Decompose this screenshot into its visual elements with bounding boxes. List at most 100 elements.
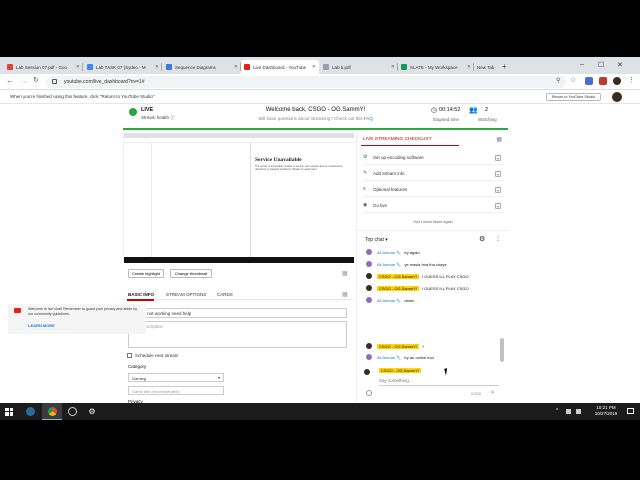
tray-arrow-icon[interactable]: ^: [556, 408, 558, 414]
close-window-icon[interactable]: ✕: [617, 61, 623, 69]
back-icon[interactable]: ←: [6, 76, 14, 85]
checklist-item-encoding[interactable]: ⚙ Set up encoding software ▾: [363, 151, 503, 165]
tab-sequence-diagrams[interactable]: Sequence Diagrams ✕: [163, 60, 241, 74]
tab-stream-options[interactable]: STREAM OPTIONS: [166, 292, 206, 297]
bookmark-star-icon[interactable]: ☆: [570, 76, 576, 84]
chat-author[interactable]: CSGO - OG.SammY!: [377, 285, 420, 291]
checklist-item-optional[interactable]: ≡ Optional features ▾: [363, 183, 503, 197]
tab-new-tab[interactable]: New Tab: [474, 60, 498, 74]
avatar[interactable]: [366, 343, 372, 349]
live-checklist: LIVE STREAMING CHECKLIST ▦ ⚙ Set up enco…: [356, 132, 508, 228]
tab-lab-task-07[interactable]: Lab TASK 07 (Sydeo - M ✕: [84, 60, 162, 74]
change-thumbnail-button[interactable]: Change thumbnail: [170, 269, 212, 278]
menu-dots-icon[interactable]: ⋮: [628, 76, 635, 84]
avatar[interactable]: [366, 297, 372, 303]
chat-author[interactable]: Ali Ammar 🔧: [377, 355, 401, 360]
avatar[interactable]: [366, 285, 372, 291]
maximize-icon[interactable]: ☐: [598, 61, 604, 69]
notification-icon[interactable]: [627, 408, 634, 414]
clock-app[interactable]: [62, 403, 82, 420]
avatar[interactable]: [366, 354, 372, 360]
chrome-app[interactable]: [42, 403, 62, 420]
tab-lab-session-07[interactable]: Lab Session 07.pdf - Goo ✕: [4, 60, 83, 74]
schedule-checkbox[interactable]: Schedule next stream: [127, 353, 179, 358]
network-icon[interactable]: [566, 409, 571, 414]
avatar[interactable]: [612, 92, 622, 102]
hide-checklist-link[interactable]: Don't show these again: [357, 220, 509, 224]
tab-slate[interactable]: SLATE - My Workspace ✕: [398, 60, 474, 74]
windows-icon: [5, 407, 13, 416]
chat-mode-select[interactable]: Top chat ▾: [365, 237, 388, 243]
description-input[interactable]: Add description: [128, 321, 347, 348]
chat-author[interactable]: CSGO - OG.SammY!: [377, 343, 420, 349]
stream-preview[interactable]: Service Unavailable The server is tempor…: [123, 130, 354, 263]
close-icon[interactable]: ✕: [155, 64, 159, 70]
grid-icon[interactable]: ▦: [496, 136, 502, 143]
return-to-studio-button[interactable]: Return to YouTube Studio: [546, 93, 601, 101]
checklist-title: LIVE STREAMING CHECKLIST: [363, 137, 432, 142]
watching-label: Watching: [478, 117, 497, 122]
chat-input-author: CSGO - OG.SammY!: [379, 368, 422, 373]
chat-author[interactable]: Ali Ammar 🔧: [377, 250, 401, 255]
close-icon[interactable]: ✕: [76, 64, 80, 70]
title-input[interactable]: eclipse not working need help: [128, 308, 347, 318]
expand-icon[interactable]: ▾: [495, 171, 501, 177]
chat-message-text: try again: [404, 249, 420, 255]
gear-icon[interactable]: ⚙: [479, 235, 485, 243]
category-label: Category: [128, 364, 147, 369]
browser-toolbar: ← → ↻ youtube.com/live_dashboard?nv=1# ⚲…: [0, 74, 640, 90]
checklist-item-stream-info[interactable]: ✎ Add stream info ▾: [363, 167, 503, 181]
checkbox-icon[interactable]: [127, 353, 132, 358]
minimize-icon[interactable]: –: [580, 61, 584, 68]
forward-icon[interactable]: →: [20, 76, 28, 85]
avatar[interactable]: [366, 261, 372, 267]
steam-app[interactable]: [20, 403, 40, 420]
reload-icon[interactable]: ↻: [33, 76, 39, 84]
player-controls[interactable]: [124, 257, 354, 263]
avatar[interactable]: [366, 249, 372, 255]
profile-avatar[interactable]: [613, 77, 621, 85]
expand-icon[interactable]: ▾: [495, 155, 501, 161]
checklist-item-go-live[interactable]: ◉ Go live ▾: [363, 199, 503, 213]
extension-icon[interactable]: [585, 77, 593, 85]
tab-lab-5[interactable]: Lab 5.pdf ✕: [320, 60, 398, 74]
system-clock[interactable]: 10:21 PM 10/27/2019: [589, 405, 623, 417]
settings-app[interactable]: ⚙: [82, 403, 102, 420]
faq-link[interactable]: FAQ: [364, 116, 373, 121]
tab-basic-info[interactable]: BASIC INFO: [128, 292, 154, 297]
lock-icon: [52, 79, 57, 84]
more-icon[interactable]: ⋮: [495, 235, 501, 242]
expand-icon[interactable]: ▾: [495, 187, 501, 193]
volume-icon[interactable]: [576, 409, 581, 414]
game-title-input[interactable]: Game title (recommended): [128, 386, 224, 395]
start-button[interactable]: [0, 403, 18, 420]
extension-icon[interactable]: [599, 77, 607, 85]
clock-icon: [67, 407, 77, 416]
chat-input[interactable]: [379, 376, 499, 384]
close-icon[interactable]: ✕: [234, 64, 238, 70]
expand-icon[interactable]: ▾: [495, 203, 501, 209]
category-select[interactable]: Gaming ▾: [128, 373, 224, 382]
create-highlight-button[interactable]: Create highlight: [128, 269, 164, 278]
grid-icon[interactable]: ▦: [342, 291, 348, 298]
close-icon[interactable]: ✕: [312, 64, 316, 70]
send-icon[interactable]: ➤: [490, 389, 495, 396]
grid-icon[interactable]: ▦: [342, 270, 348, 277]
chat-author[interactable]: Ali Ammar 🔧: [377, 298, 401, 303]
word-doc-icon: [87, 64, 93, 70]
avatar[interactable]: [366, 273, 372, 279]
studio-banner: When you're finished using this feature,…: [0, 90, 640, 104]
emoji-icon[interactable]: [366, 390, 372, 396]
close-icon[interactable]: ✕: [467, 64, 471, 70]
tab-live-dashboard[interactable]: Live Dashboard - YouTube ✕: [241, 60, 319, 74]
tab-cards[interactable]: CARDS: [217, 292, 233, 297]
chevron-down-icon: ▾: [385, 237, 388, 243]
close-icon[interactable]: ✕: [391, 64, 395, 70]
search-icon[interactable]: ⚲: [556, 77, 560, 84]
learn-more-link[interactable]: LEARN MORE: [28, 323, 55, 328]
chat-author[interactable]: Ali Ammar 🔧: [377, 262, 401, 267]
chat-message-text: I GUESS ILL PLAY CSGO: [422, 285, 469, 291]
new-tab-button[interactable]: +: [502, 62, 507, 71]
address-bar[interactable]: youtube.com/live_dashboard?nv=1#: [46, 76, 566, 88]
chat-author[interactable]: CSGO - OG.SammY!: [377, 273, 420, 279]
